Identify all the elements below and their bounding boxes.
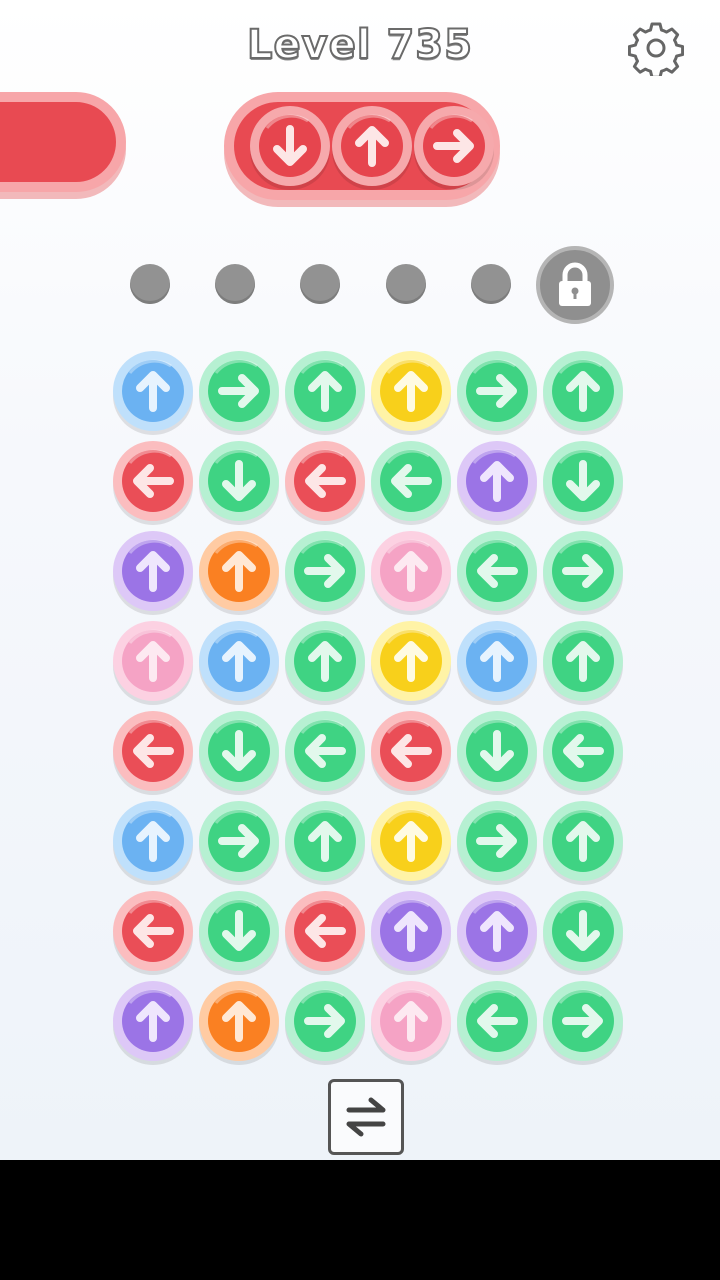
green-arrow-right-button[interactable] bbox=[453, 797, 541, 885]
red-arrow-left-button[interactable] bbox=[109, 437, 197, 525]
green-arrow-right-button[interactable] bbox=[195, 797, 283, 885]
green-arrow-left-button[interactable] bbox=[453, 977, 541, 1065]
green-arrow-down-button[interactable] bbox=[539, 887, 627, 975]
red-arrow-left-button[interactable] bbox=[109, 887, 197, 975]
green-arrow-down-button[interactable] bbox=[195, 437, 283, 525]
red-arrow-left-button[interactable] bbox=[109, 707, 197, 795]
green-arrow-down-button[interactable] bbox=[195, 707, 283, 795]
green-arrow-left-button[interactable] bbox=[281, 707, 369, 795]
green-arrow-right-button[interactable] bbox=[281, 977, 369, 1065]
green-arrow-up-button[interactable] bbox=[281, 797, 369, 885]
swap-button[interactable] bbox=[328, 1079, 404, 1155]
green-arrow-right-button[interactable] bbox=[453, 347, 541, 435]
yellow-arrow-up-button[interactable] bbox=[367, 617, 455, 705]
blue-arrow-up-button[interactable] bbox=[195, 617, 283, 705]
game-screen: Level 735 bbox=[0, 0, 720, 1160]
purple-arrow-up-button[interactable] bbox=[109, 977, 197, 1065]
blue-arrow-up-button[interactable] bbox=[453, 617, 541, 705]
green-arrow-down-button[interactable] bbox=[453, 707, 541, 795]
purple-arrow-up-button[interactable] bbox=[453, 887, 541, 975]
blue-arrow-up-button[interactable] bbox=[109, 347, 197, 435]
system-bar bbox=[0, 1160, 720, 1280]
purple-arrow-up-button[interactable] bbox=[453, 437, 541, 525]
pink-arrow-up-button[interactable] bbox=[367, 527, 455, 615]
red-arrow-left-button[interactable] bbox=[281, 437, 369, 525]
green-arrow-up-button[interactable] bbox=[539, 347, 627, 435]
orange-arrow-up-button[interactable] bbox=[195, 527, 283, 615]
yellow-arrow-up-button[interactable] bbox=[367, 347, 455, 435]
purple-arrow-up-button[interactable] bbox=[109, 527, 197, 615]
swap-arrows-icon bbox=[346, 1097, 386, 1137]
yellow-arrow-up-button[interactable] bbox=[367, 797, 455, 885]
green-arrow-up-button[interactable] bbox=[281, 617, 369, 705]
purple-arrow-up-button[interactable] bbox=[367, 887, 455, 975]
pink-arrow-up-button[interactable] bbox=[367, 977, 455, 1065]
green-arrow-up-button[interactable] bbox=[539, 617, 627, 705]
button-board bbox=[0, 0, 720, 1160]
green-arrow-right-button[interactable] bbox=[539, 977, 627, 1065]
blue-arrow-up-button[interactable] bbox=[109, 797, 197, 885]
green-arrow-down-button[interactable] bbox=[195, 887, 283, 975]
green-arrow-right-button[interactable] bbox=[281, 527, 369, 615]
red-arrow-left-button[interactable] bbox=[367, 707, 455, 795]
orange-arrow-up-button[interactable] bbox=[195, 977, 283, 1065]
green-arrow-left-button[interactable] bbox=[367, 437, 455, 525]
green-arrow-up-button[interactable] bbox=[539, 797, 627, 885]
green-arrow-right-button[interactable] bbox=[539, 527, 627, 615]
green-arrow-left-button[interactable] bbox=[453, 527, 541, 615]
green-arrow-left-button[interactable] bbox=[539, 707, 627, 795]
green-arrow-right-button[interactable] bbox=[195, 347, 283, 435]
green-arrow-up-button[interactable] bbox=[281, 347, 369, 435]
pink-arrow-up-button[interactable] bbox=[109, 617, 197, 705]
red-arrow-left-button[interactable] bbox=[281, 887, 369, 975]
green-arrow-down-button[interactable] bbox=[539, 437, 627, 525]
